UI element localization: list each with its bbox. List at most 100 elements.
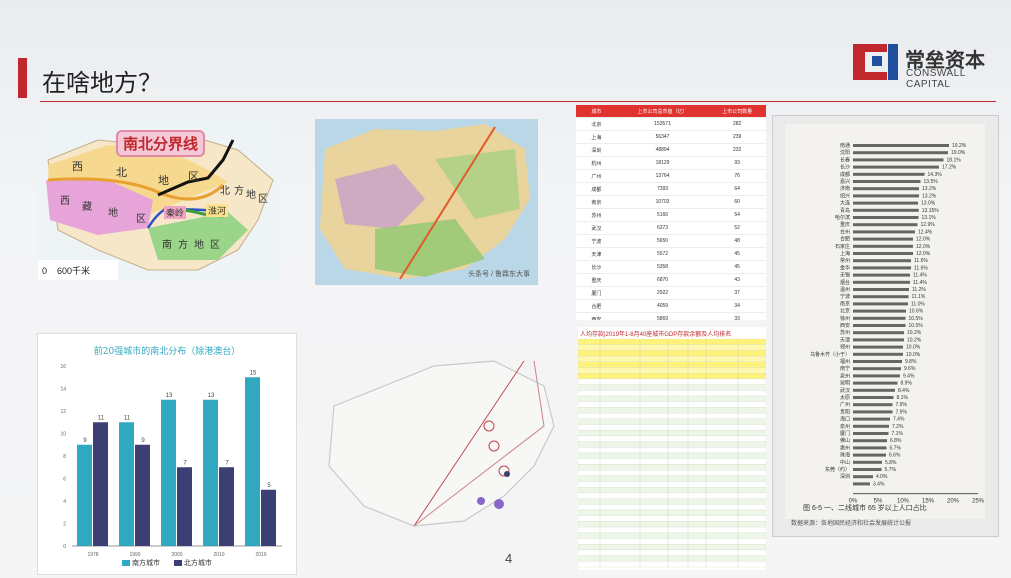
photo-bar — [853, 453, 886, 457]
photo-figure-title: 图 6-5 一、二线城市 65 岁以上人口占比 — [803, 505, 927, 512]
table-cell: 南京 — [576, 195, 617, 209]
table-cell: 33 — [708, 312, 766, 320]
photo-row-label: 大连 — [840, 200, 850, 207]
map-label-region: 区 — [188, 171, 199, 183]
photo-row-value: 5.8% — [885, 460, 897, 466]
photo-bar — [853, 381, 898, 385]
bar — [261, 489, 276, 546]
photo-row-label: 广州 — [840, 401, 850, 408]
table-cell: 54 — [708, 208, 766, 222]
table-header-cell: 上市公司数量 — [708, 105, 766, 118]
photo-row-label: 常州 — [840, 257, 850, 264]
legend-swatch-north — [173, 560, 182, 567]
photo-row-label: 武汉 — [840, 387, 850, 394]
table-cell: 杭州 — [576, 156, 617, 170]
table-row: 厦门 2922 37 — [576, 286, 766, 300]
photo-bar — [853, 273, 910, 277]
table-row: 重庆 6870 43 — [576, 273, 766, 287]
photo-row-value: 10.5% — [909, 316, 924, 322]
table-cell: 52 — [708, 221, 766, 235]
bar-value-label: 5 — [267, 483, 271, 489]
map-label-region: 地 — [194, 240, 204, 251]
table-row: 北京 153571 282 — [576, 117, 766, 131]
table-cell: 厦门 — [576, 286, 617, 300]
map-label-region: 区 — [136, 214, 146, 225]
bar-value-label: 13 — [166, 393, 173, 399]
photo-row-label: 北京 — [840, 308, 850, 315]
table-row — [578, 549, 766, 556]
table-row — [578, 481, 766, 488]
photo-row-label: 宁波 — [840, 293, 850, 300]
photo-row-label: 东莞（约） — [825, 466, 850, 473]
photo-row-label: 厦门 — [840, 430, 850, 437]
photo-row-label: 上海 — [840, 250, 850, 257]
photo-row-label: 深圳 — [840, 473, 850, 480]
table-row — [578, 458, 766, 465]
map-label-region: 藏 — [82, 202, 92, 213]
y-tick-label: 14 — [60, 387, 66, 393]
chart-legend: 南方城市 北方城市 — [38, 558, 296, 568]
table-cell: 37 — [708, 286, 766, 300]
photo-row-label: 中山 — [840, 459, 850, 466]
photo-row-value: 9.6% — [904, 366, 916, 372]
photo-row-value: 7.9% — [896, 402, 908, 408]
map-label-region: 南 — [162, 240, 172, 251]
bar-value-label: 7 — [183, 460, 187, 466]
photo-row-value: 11.2% — [912, 287, 926, 293]
table-cell: 6373 — [616, 221, 709, 235]
table-row: 广州 13764 76 — [576, 169, 766, 183]
map-label-qinling: 秦岭 — [164, 206, 187, 219]
map-label-region: 西 — [60, 196, 70, 207]
bar-value-label: 15 — [250, 370, 257, 376]
map-label-region: 区 — [210, 240, 220, 251]
table-cell: 64 — [708, 182, 766, 196]
photo-row-value: 11.6% — [914, 258, 928, 264]
photo-row-label: 无锡 — [840, 272, 850, 279]
photo-bar — [853, 259, 911, 263]
photo-bar — [853, 324, 906, 327]
table-cell: 6870 — [616, 273, 709, 287]
table-row — [578, 555, 766, 562]
photo-row-value: 13.5% — [924, 179, 939, 185]
table-row — [578, 355, 766, 362]
photo-row-value: 7.2% — [892, 424, 904, 430]
table-row — [578, 395, 766, 402]
map-label-region: 北 — [116, 167, 127, 179]
table-cell: 2922 — [616, 286, 709, 300]
table-row — [578, 412, 766, 419]
photo-row-value: 11.4% — [913, 280, 927, 286]
photo-bar — [853, 165, 939, 169]
table-row — [578, 475, 766, 482]
table-row — [578, 469, 766, 476]
table-cell: 成都 — [576, 182, 617, 196]
table-row — [578, 373, 766, 380]
table-cell: 合肥 — [576, 299, 617, 313]
y-tick-label: 16 — [60, 364, 66, 370]
photo-row-value: 17.2% — [942, 165, 957, 171]
table-row — [578, 441, 766, 448]
photo-row-value: 13.15% — [922, 208, 940, 214]
photo-row-label: 绍兴 — [840, 192, 850, 199]
photo-bar — [853, 424, 889, 428]
photo-row-label: 贵阳 — [840, 408, 850, 415]
photo-bar — [853, 187, 919, 191]
photo-row-value: 3.4% — [873, 481, 885, 487]
bar-value-label: 7 — [225, 460, 229, 466]
table-row — [578, 544, 766, 551]
y-tick-label: 2 — [63, 522, 66, 528]
table-cell: 宁波 — [576, 234, 617, 248]
map-label-region: 区 — [258, 194, 268, 205]
photo-row-label: 成都 — [840, 171, 850, 178]
table-row: 武汉 6373 52 — [576, 221, 766, 235]
bar — [119, 422, 134, 546]
table-cell: 282 — [708, 117, 766, 131]
bar — [77, 444, 92, 546]
photo-row-label: 天津 — [840, 336, 850, 343]
bar — [135, 444, 150, 546]
photo-row-value: 19.0% — [951, 150, 966, 156]
photo-row-value: 9.4% — [903, 373, 915, 379]
photo-row-label: 哈尔滨 — [835, 214, 850, 221]
table-cell: 60 — [708, 195, 766, 209]
table-cell: 48 — [708, 234, 766, 248]
legend-label-south: 南方城市 — [132, 560, 161, 567]
